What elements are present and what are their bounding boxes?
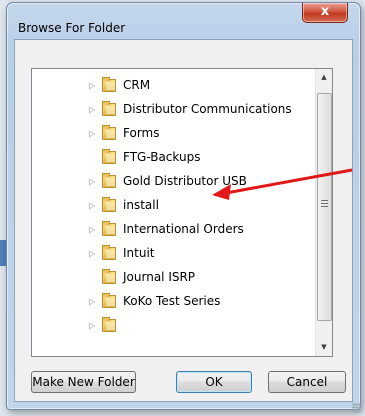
callout-arrow bbox=[212, 168, 353, 200]
callout-arrow-line bbox=[225, 168, 353, 195]
callout-arrow-head bbox=[212, 184, 231, 200]
